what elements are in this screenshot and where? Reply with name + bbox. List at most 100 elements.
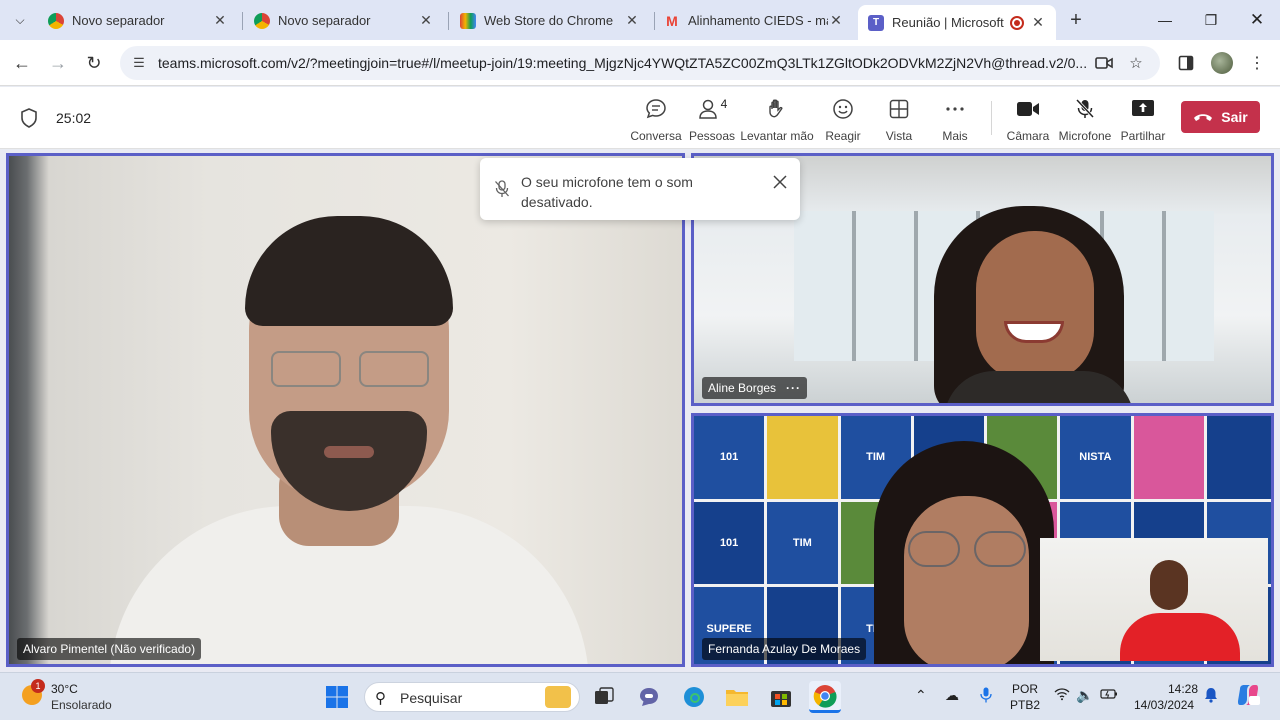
participant-name-label: Fernanda Azulay De Moraes [702,638,867,660]
people-button[interactable]: 4 Pessoas [677,97,747,143]
tab-label: Reunião | Microsoft T [892,15,1004,30]
clock-time[interactable]: 14:28 [1168,682,1198,696]
tab-label: Novo separador [72,13,165,28]
browser-tab-strip: ⌵ Novo separador ✕ Novo separador ✕ Web … [0,0,1280,40]
people-count-badge: 4 [720,97,728,111]
tab-web-store[interactable]: Web Store do Chrome ✕ [450,5,650,36]
minimize-button[interactable]: — [1142,0,1188,40]
start-button[interactable] [321,681,353,713]
close-icon[interactable] [772,174,788,190]
close-tab-icon[interactable]: ✕ [624,12,640,29]
chrome-menu-icon[interactable]: ⋮ [1246,52,1268,74]
taskbar-search[interactable]: ⚲ Pesquisar [364,682,580,712]
recording-icon [1010,15,1024,30]
controls-divider [991,101,992,135]
camera-label: Câmara [1006,129,1050,143]
tab-divider [448,12,449,30]
participant-name-label: Alvaro Pimentel (Não verificado) [17,638,202,660]
task-view-icon [595,687,614,704]
close-tab-icon[interactable]: ✕ [828,12,844,29]
edge-button[interactable] [678,681,710,713]
mic-off-icon [1074,97,1096,121]
leave-label: Sair [1221,109,1248,125]
tab-label: Novo separador [278,13,371,28]
teams-icon: T [868,14,884,31]
view-label: Vista [885,129,913,143]
chrome-icon [254,12,270,29]
keyboard-layout[interactable]: PTB2 [1010,698,1040,712]
raise-hand-button[interactable]: Levantar mão [740,97,814,143]
self-view-pip[interactable] [1040,538,1268,661]
leave-button[interactable]: Sair [1181,101,1260,133]
weather-temperature: 30°C [51,682,78,696]
chat-label: Conversa [630,129,682,143]
gmail-icon: M [666,12,678,29]
close-window-button[interactable]: ✕ [1234,0,1280,40]
close-tab-icon[interactable]: ✕ [418,12,434,29]
battery-icon[interactable] [1100,687,1118,703]
windows-taskbar: 1 30°C Ensolarado ⚲ Pesquisar ⌃ ☁ POR PT… [0,672,1280,720]
back-button[interactable]: ← [10,51,34,75]
restore-button[interactable]: ❐ [1188,0,1234,40]
chat-icon [645,97,667,121]
react-label: Reagir [825,129,861,143]
tab-alinhamento-cieds[interactable]: M Alinhamento CIEDS - mai ✕ [654,5,854,36]
search-icon: ⚲ [375,690,386,707]
camera-icon [1016,97,1040,121]
reload-button[interactable]: ↻ [82,51,106,75]
file-explorer-button[interactable] [721,681,753,713]
notifications-bell-icon[interactable] [1204,687,1218,706]
tab-divider [242,12,243,30]
tab-reuniao-teams[interactable]: T Reunião | Microsoft T ✕ [858,5,1056,40]
url-text[interactable]: teams.microsoft.com/v2/?meetingjoin=true… [158,55,1088,71]
more-options-icon[interactable]: ··· [786,381,801,395]
wifi-icon[interactable] [1054,687,1070,704]
cloud-icon[interactable]: ☁ [945,687,959,704]
profile-avatar[interactable] [1211,52,1233,74]
view-icon [888,97,910,121]
notification-badge: 1 [31,679,45,693]
chrome-icon [48,12,64,29]
address-bar[interactable]: ☰ teams.microsoft.com/v2/?meetingjoin=tr… [120,46,1160,80]
share-button[interactable]: Partilhar [1108,97,1178,143]
video-tile-fernanda[interactable]: 101TIMNISTA 101TIMSUPERETIM SUPERETIM Fe… [691,413,1274,667]
task-view-button[interactable] [588,681,620,713]
share-label: Partilhar [1120,129,1166,143]
more-button[interactable]: Mais [920,97,990,143]
site-info-icon[interactable]: ☰ [130,54,148,72]
participant-name-label: Aline Borges [708,381,777,395]
folder-icon [726,690,748,706]
new-tab-button[interactable]: + [1064,8,1088,32]
shield-icon [21,108,37,128]
show-hidden-icons-chevron-icon[interactable]: ⌃ [915,687,927,704]
side-panel-icon[interactable] [1175,52,1197,74]
input-language[interactable]: POR [1012,682,1038,696]
camera-in-use-icon[interactable] [1094,54,1114,72]
more-icon [944,97,966,121]
weather-description: Ensolarado [51,698,112,712]
tab-novo-separador-1[interactable]: Novo separador ✕ [38,5,238,36]
microphone-tray-icon[interactable] [980,687,992,706]
close-tab-icon[interactable]: ✕ [212,12,228,29]
microsoft-store-button[interactable] [765,681,797,713]
chrome-taskbar-button[interactable] [809,681,841,713]
forward-button[interactable]: → [46,51,70,75]
volume-icon[interactable]: 🔈 [1076,687,1093,704]
teams-chat-button[interactable] [633,681,665,713]
mic-off-icon [495,180,509,197]
raise-hand-label: Levantar mão [740,129,814,143]
mic-muted-toast: O seu microfone tem o som desativado. [480,158,800,220]
close-tab-icon[interactable]: ✕ [1030,14,1046,31]
bookmark-star-icon[interactable]: ☆ [1126,54,1146,72]
tab-label: Web Store do Chrome [484,13,614,28]
clock-date[interactable]: 14/03/2024 [1134,698,1194,712]
copilot-icon[interactable] [1236,683,1260,710]
tab-label: Alinhamento CIEDS - mai [688,13,828,28]
meeting-timer: 25:02 [56,110,92,126]
more-label: Mais [942,129,968,143]
tab-novo-separador-2[interactable]: Novo separador ✕ [244,5,444,36]
participant-name-chip[interactable]: Aline Borges ··· [702,377,808,399]
store-icon [771,691,791,707]
video-tile-alvaro[interactable]: Alvaro Pimentel (Não verificado) [6,153,685,667]
tab-search-chevron-icon[interactable]: ⌵ [8,8,32,32]
